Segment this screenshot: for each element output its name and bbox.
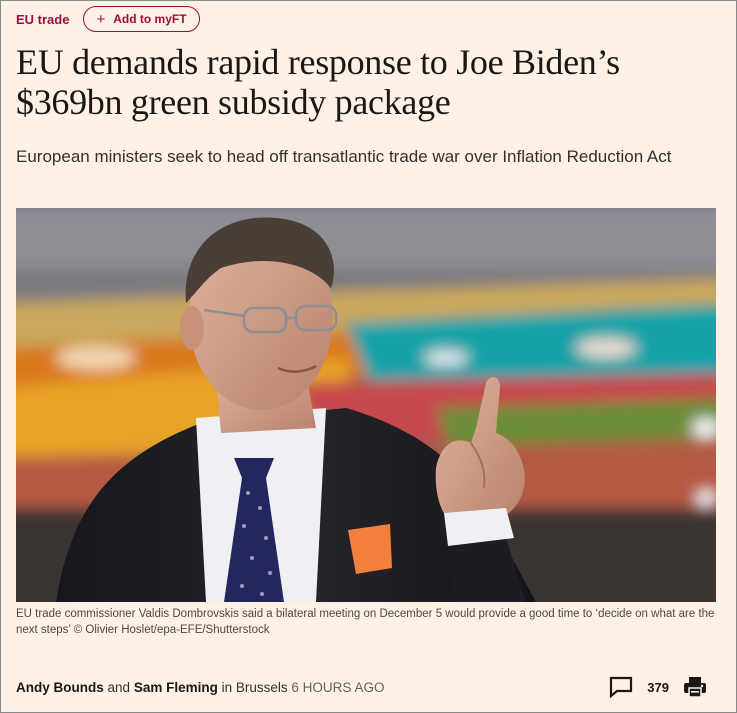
photo-illustration xyxy=(16,208,716,602)
article-standfirst: European ministers seek to head off tran… xyxy=(16,147,672,166)
byline-in: in xyxy=(221,680,233,695)
byline-and: and xyxy=(107,680,131,695)
comment-icon[interactable] xyxy=(609,676,633,698)
add-to-myft-label: Add to myFT xyxy=(113,12,187,26)
article-headline: EU demands rapid response to Joe Biden’s… xyxy=(16,42,620,122)
plus-icon: + xyxy=(96,10,106,28)
add-to-myft-button[interactable]: + Add to myFT xyxy=(83,6,200,32)
article-actions: 379 xyxy=(609,676,707,698)
topic-link[interactable]: EU trade xyxy=(16,12,69,27)
author-link[interactable]: Sam Fleming xyxy=(134,680,218,695)
article-topline: EU trade + Add to myFT xyxy=(16,6,200,32)
publish-time: 6 HOURS AGO xyxy=(291,680,385,695)
image-caption: EU trade commissioner Valdis Dombrovskis… xyxy=(16,608,715,636)
comment-count[interactable]: 379 xyxy=(647,680,669,695)
printer-icon[interactable] xyxy=(683,676,707,698)
article-main-image xyxy=(16,208,716,602)
article-byline: Andy Bounds and Sam Fleming in Brussels … xyxy=(16,680,384,695)
byline-location: Brussels xyxy=(235,680,288,695)
author-link[interactable]: Andy Bounds xyxy=(16,680,104,695)
